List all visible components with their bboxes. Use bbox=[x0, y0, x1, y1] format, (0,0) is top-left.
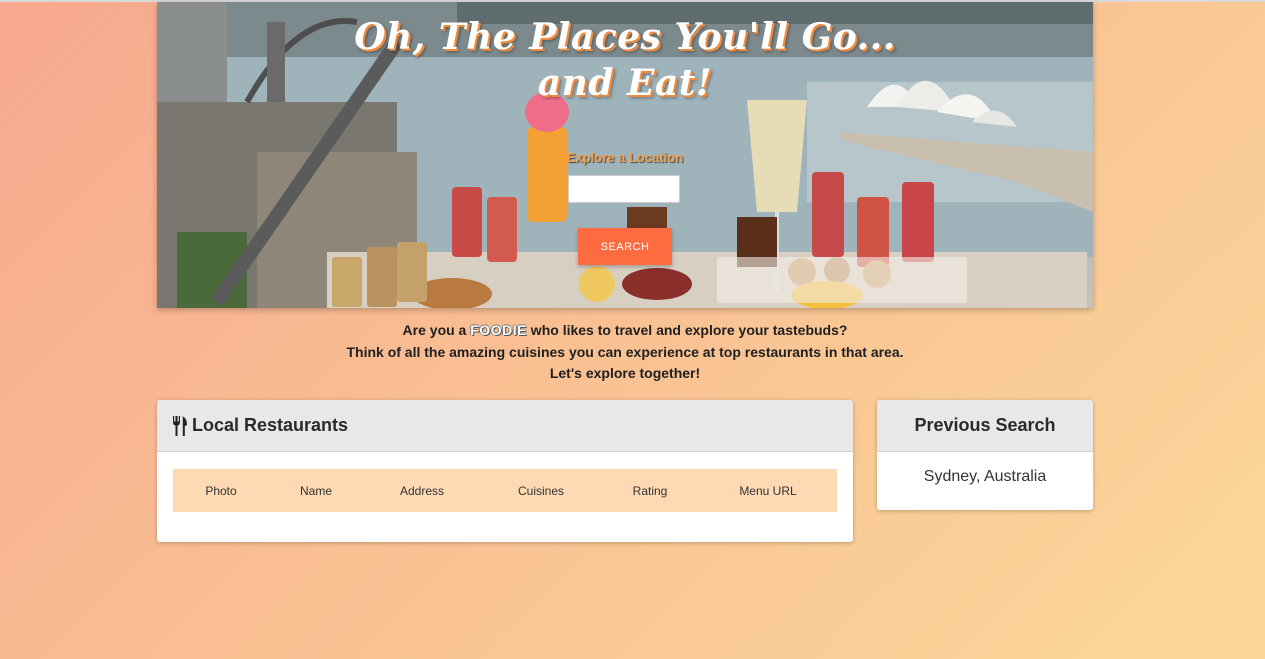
local-restaurants-header: Local Restaurants bbox=[157, 400, 853, 452]
previous-search-item[interactable]: Sydney, Australia bbox=[877, 452, 1093, 486]
intro-line-2: Think of all the amazing cuisines you ca… bbox=[346, 343, 904, 360]
column-header-rating: Rating bbox=[632, 483, 668, 498]
hero-title: Oh, The Places You'll Go... and Eat! bbox=[157, 14, 1093, 106]
column-header-address: Address bbox=[399, 483, 445, 498]
restaurants-table-header: Photo Name Address Cuisines Rating Menu … bbox=[173, 469, 837, 512]
intro-line-3: Let's explore together! bbox=[549, 365, 701, 381]
hero-banner: Oh, The Places You'll Go... and Eat! Exp… bbox=[157, 2, 1093, 308]
search-button[interactable]: SEARCH bbox=[578, 228, 672, 265]
intro-line-1: Are you a FOODIE who likes to travel and… bbox=[157, 320, 1093, 342]
hero-title-line2: and Eat! bbox=[537, 62, 713, 104]
intro-line-1-suffix: who likes to travel and explore your tas… bbox=[526, 322, 848, 338]
local-restaurants-card: Local Restaurants Photo Name Address Cui… bbox=[157, 400, 853, 542]
previous-search-card: Previous Search Sydney, Australia bbox=[877, 400, 1093, 510]
intro-text: Are you a FOODIE who likes to travel and… bbox=[157, 320, 1093, 385]
column-header-cuisines: Cuisines bbox=[517, 483, 565, 498]
hero-title-line1: Oh, The Places You'll Go... bbox=[354, 16, 896, 58]
location-search-input[interactable] bbox=[568, 175, 680, 203]
column-header-photo: Photo bbox=[205, 483, 237, 498]
foodie-highlight: FOODIE bbox=[470, 322, 527, 338]
utensils-icon bbox=[172, 415, 188, 436]
previous-search-header: Previous Search bbox=[877, 400, 1093, 452]
column-header-menu-url: Menu URL bbox=[739, 483, 797, 498]
intro-line-1-prefix: Are you a bbox=[402, 322, 471, 338]
local-restaurants-title: Local Restaurants bbox=[192, 415, 349, 435]
explore-location-label: Explore a Location bbox=[566, 150, 684, 165]
previous-search-title: Previous Search bbox=[914, 415, 1056, 435]
column-header-name: Name bbox=[299, 483, 332, 498]
